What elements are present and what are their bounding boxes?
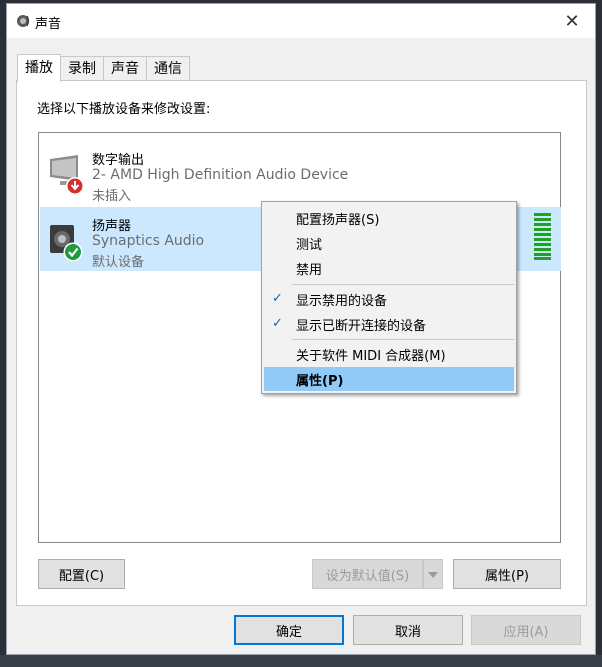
menu-item-disable[interactable]: 禁用 (264, 256, 514, 280)
configure-button[interactable]: 配置(C) (38, 559, 125, 589)
cancel-button[interactable]: 取消 (353, 615, 463, 645)
apply-button[interactable]: 应用(A) (471, 615, 581, 645)
default-check-badge-icon (63, 242, 83, 262)
context-menu: 配置扬声器(S) 测试 禁用 ✓ 显示禁用的设备 ✓ 显示已断开连接的设备 关于… (261, 201, 517, 394)
menu-item-test[interactable]: 测试 (264, 231, 514, 255)
volume-level-meter (534, 213, 551, 260)
properties-button[interactable]: 属性(P) (453, 559, 561, 589)
desktop-background (0, 655, 602, 667)
menu-item-label: 配置扬声器(S) (296, 213, 380, 228)
menu-item-label: 禁用 (296, 263, 323, 278)
speaker-icon (48, 217, 88, 263)
set-default-button[interactable]: 设为默认值(S) (312, 559, 423, 589)
device-name: 扬声器 (92, 219, 132, 234)
tab-playback[interactable]: 播放 (17, 54, 61, 82)
menu-separator (292, 284, 514, 285)
menu-item-properties[interactable]: 属性(P) (264, 367, 514, 391)
menu-item-label: 显示禁用的设备 (296, 294, 388, 309)
title-bar: 声音 ✕ (7, 4, 595, 38)
check-icon: ✓ (272, 291, 283, 306)
menu-separator (292, 339, 514, 340)
set-default-dropdown[interactable] (423, 559, 443, 589)
tab-sounds[interactable]: 声音 (104, 56, 147, 81)
menu-item-about-midi[interactable]: 关于软件 MIDI 合成器(M) (264, 342, 514, 366)
menu-item-label: 测试 (296, 238, 323, 253)
unplugged-badge-icon (66, 177, 84, 195)
monitor-icon (48, 151, 88, 197)
menu-item-configure-speakers[interactable]: 配置扬声器(S) (264, 206, 514, 230)
menu-item-show-disconnected[interactable]: ✓ 显示已断开连接的设备 (264, 312, 514, 336)
device-name: 数字输出 (92, 153, 145, 168)
menu-item-label: 属性(P) (296, 374, 344, 389)
chevron-down-icon (428, 567, 438, 582)
menu-item-label: 关于软件 MIDI 合成器(M) (296, 349, 446, 364)
window-title: 声音 (35, 17, 62, 32)
ok-button[interactable]: 确定 (234, 615, 344, 645)
menu-item-label: 显示已断开连接的设备 (296, 319, 427, 334)
close-icon: ✕ (564, 10, 580, 32)
close-button[interactable]: ✕ (549, 4, 595, 38)
menu-item-show-disabled[interactable]: ✓ 显示禁用的设备 (264, 287, 514, 311)
tab-communications[interactable]: 通信 (147, 56, 190, 81)
device-item-digital-output[interactable]: 数字输出 2- AMD High Definition Audio Device… (40, 141, 561, 205)
speaker-app-icon (16, 14, 30, 28)
device-subtitle: 2- AMD High Definition Audio Device (92, 167, 349, 183)
tab-recording[interactable]: 录制 (61, 56, 104, 81)
tab-bar: 播放 录制 声音 通信 (17, 54, 190, 82)
instruction-label: 选择以下播放设备来修改设置: (37, 102, 211, 117)
device-status: 未插入 (92, 189, 132, 204)
device-status: 默认设备 (92, 255, 145, 270)
device-subtitle: Synaptics Audio (92, 233, 205, 249)
check-icon: ✓ (272, 316, 283, 331)
